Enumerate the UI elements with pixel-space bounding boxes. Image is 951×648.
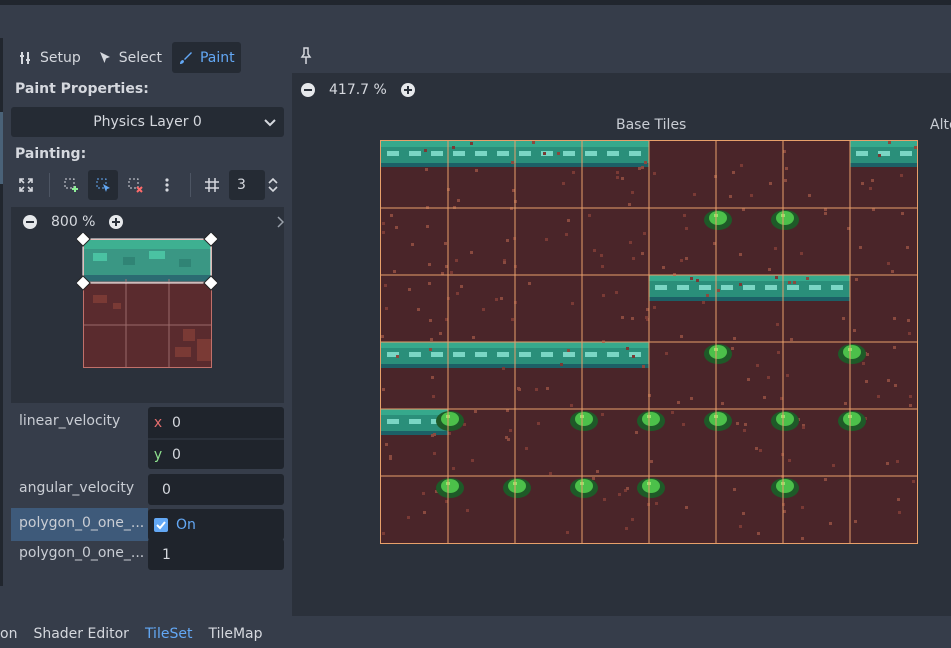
- linear-velocity-x-value: 0: [172, 414, 181, 431]
- zoom-in-icon[interactable]: [400, 83, 415, 97]
- tile-atlas-image[interactable]: [381, 141, 917, 543]
- more-options-button[interactable]: [152, 170, 182, 200]
- edit-point-icon: [96, 178, 110, 192]
- checkbox-checked-icon: [154, 517, 168, 532]
- paint-tab-button[interactable]: Paint: [171, 42, 241, 73]
- angular-velocity-field[interactable]: 0: [148, 474, 284, 505]
- physics-layer-select[interactable]: Physics Layer 0: [11, 107, 284, 137]
- paint-brush-icon: [179, 51, 192, 64]
- setup-icon: [20, 51, 30, 64]
- alternative-tiles-title: Alte: [930, 117, 951, 133]
- zoom-out-icon[interactable]: [23, 215, 37, 229]
- editor-zoom-controls: 800 %: [23, 214, 124, 230]
- bottom-panel-tabs: on Shader Editor TileSet TileMap: [0, 620, 951, 648]
- one-way-label: polygon_0_one_...: [19, 515, 145, 531]
- polygon-tools: 3: [11, 169, 281, 201]
- zoom-in-icon[interactable]: [109, 215, 124, 229]
- tab-animation[interactable]: on: [0, 626, 17, 642]
- expand-view-button[interactable]: [11, 170, 41, 200]
- atlas-zoom-controls: 417.7 %: [301, 82, 415, 98]
- spinner-arrows-icon: [268, 177, 278, 193]
- setup-tab-button[interactable]: Setup: [12, 42, 87, 73]
- paint-tab-label: Paint: [199, 49, 235, 66]
- expand-icon: [19, 178, 33, 192]
- dock-edge-accent: [0, 112, 3, 184]
- angular-velocity-row: angular_velocity 0: [11, 474, 284, 505]
- one-way-margin-field[interactable]: 1: [148, 539, 284, 570]
- setup-tab-label: Setup: [40, 49, 81, 66]
- polygon-editor-canvas[interactable]: 800 %: [11, 207, 284, 403]
- one-way-value: On: [176, 516, 196, 533]
- editor-zoom-level: 800 %: [51, 214, 96, 230]
- linear-velocity-y-value: 0: [172, 446, 181, 463]
- pick-tool-icon[interactable]: [300, 46, 312, 66]
- linear-velocity-label: linear_velocity: [19, 413, 121, 429]
- x-axis-label: x: [153, 414, 163, 431]
- one-way-margin-label: polygon_0_one_...: [19, 545, 145, 561]
- one-way-margin-value: 1: [162, 546, 171, 563]
- snap-subdivision-value: 3: [237, 177, 246, 193]
- painting-heading: Painting:: [15, 146, 87, 162]
- snap-spinner-arrows[interactable]: [265, 170, 281, 200]
- grid-snap-icon: [205, 178, 219, 192]
- tab-shader-editor[interactable]: Shader Editor: [33, 626, 128, 642]
- zoom-out-icon[interactable]: [301, 83, 315, 97]
- linear-velocity-y-field[interactable]: y 0: [148, 438, 284, 469]
- toolbar-separator: [49, 173, 50, 197]
- snap-subdivision-input[interactable]: 3: [229, 170, 265, 200]
- collision-polygon[interactable]: [77, 233, 217, 293]
- delete-point-icon: [128, 178, 143, 193]
- angular-velocity-value: 0: [162, 481, 171, 498]
- one-way-checkbox[interactable]: On: [148, 509, 284, 540]
- paint-properties-heading: Paint Properties:: [15, 81, 149, 97]
- y-axis-label: y: [153, 446, 163, 463]
- atlas-zoom-level: 417.7 %: [329, 82, 387, 98]
- grid-snap-button[interactable]: [197, 170, 227, 200]
- toolbar-separator: [190, 173, 191, 197]
- add-polygon-button[interactable]: [56, 170, 86, 200]
- select-tab-button[interactable]: Select: [91, 42, 168, 73]
- select-cursor-icon: [99, 51, 110, 63]
- title-strip: [0, 0, 951, 5]
- chevron-down-icon: [264, 119, 276, 127]
- one-way-margin-row: polygon_0_one_... 1: [11, 538, 284, 570]
- tileset-mode-toolbar: Setup Select Paint: [12, 42, 241, 74]
- kebab-menu-icon: [165, 178, 169, 192]
- angular-velocity-label: angular_velocity: [19, 480, 135, 496]
- linear-velocity-row: linear_velocity x 0 y 0: [11, 407, 284, 471]
- linear-velocity-x-field[interactable]: x 0: [148, 407, 284, 438]
- collapse-arrow-icon[interactable]: [277, 215, 284, 229]
- one-way-row: polygon_0_one_... On: [11, 508, 284, 541]
- edit-polygon-button[interactable]: [88, 170, 118, 200]
- delete-polygon-button[interactable]: [120, 170, 150, 200]
- physics-layer-value: Physics Layer 0: [93, 114, 202, 130]
- atlas-title: Base Tiles: [616, 117, 687, 133]
- select-tab-label: Select: [118, 49, 162, 66]
- tab-tileset[interactable]: TileSet: [145, 626, 193, 642]
- add-point-icon: [64, 178, 78, 192]
- tile-atlas-grid[interactable]: [380, 140, 918, 544]
- tab-tilemap[interactable]: TileMap: [208, 626, 262, 642]
